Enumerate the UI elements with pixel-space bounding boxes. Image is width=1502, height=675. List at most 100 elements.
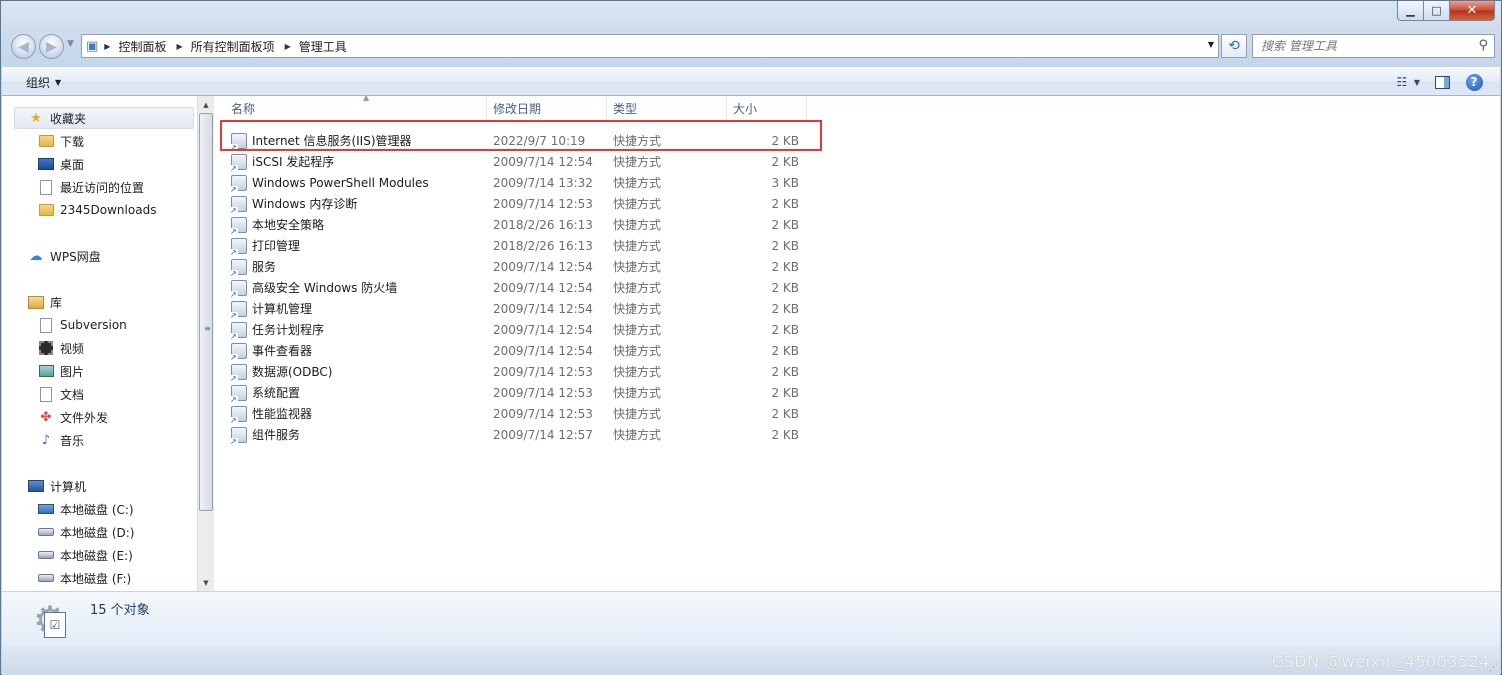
file-type: 快捷方式 (613, 344, 662, 358)
file-row[interactable]: 系统配置 2009/7/14 12:53 快捷方式 2 KB (214, 382, 914, 404)
computer-icon (28, 478, 44, 494)
file-name: 事件查看器 (252, 344, 313, 358)
file-type: 快捷方式 (613, 323, 662, 337)
search-input[interactable] (1261, 39, 1461, 53)
address-dropdown-icon[interactable]: ▼ (1208, 40, 1214, 49)
preview-pane-button[interactable] (1432, 72, 1452, 92)
nav-drive-d[interactable]: 本地磁盘 (D:) (38, 521, 134, 543)
nav-label: 本地磁盘 (E:) (60, 548, 133, 563)
nav-label: WPS网盘 (50, 249, 101, 264)
search-icon[interactable]: ⚲ (1478, 38, 1488, 53)
file-size: 2 KB (771, 364, 799, 379)
file-row[interactable]: 打印管理 2018/2/26 16:13 快捷方式 2 KB (214, 235, 914, 257)
shortcut-icon (230, 300, 247, 320)
shortcut-icon (230, 363, 247, 383)
nav-favorites[interactable]: ★ 收藏夹 (28, 107, 86, 129)
nav-wps-cloud[interactable]: ☁ WPS网盘 (28, 245, 101, 267)
nav-videos[interactable]: 视频 (38, 337, 84, 359)
nav-drive-e[interactable]: 本地磁盘 (E:) (38, 544, 133, 566)
details-pane: ⚙ ☑ 15 个对象 (2, 591, 1500, 646)
file-row[interactable]: 高级安全 Windows 防火墙 2009/7/14 12:54 快捷方式 2 KB (214, 277, 914, 299)
file-row[interactable]: 任务计划程序 2009/7/14 12:54 快捷方式 2 KB (214, 319, 914, 341)
nav-label: 收藏夹 (50, 111, 87, 126)
navigation-scrollbar[interactable]: ▲ ≡ ▼ (197, 96, 214, 591)
recent-pages-dropdown-icon[interactable]: ▼ (67, 39, 74, 49)
breadcrumb-separator-icon[interactable]: ▶ (285, 42, 291, 51)
nav-downloads[interactable]: 下载 (38, 130, 84, 152)
file-size: 2 KB (771, 154, 799, 169)
file-size: 3 KB (771, 175, 799, 190)
shortcut-icon (230, 153, 247, 173)
breadcrumb-control-panel[interactable]: 控制面板 (118, 38, 166, 55)
file-name-cell: Windows 内存诊断 (230, 193, 357, 215)
nav-documents[interactable]: 文档 (38, 383, 84, 405)
file-row[interactable]: 数据源(ODBC) 2009/7/14 12:53 快捷方式 2 KB (214, 361, 914, 383)
column-label: 修改日期 (493, 102, 542, 116)
nav-computer[interactable]: 计算机 (28, 475, 86, 497)
file-row[interactable]: 组件服务 2009/7/14 12:57 快捷方式 2 KB (214, 424, 914, 446)
column-header-name[interactable]: 名称 ▲ (225, 93, 487, 121)
view-options-button[interactable]: ☷ (1392, 72, 1412, 92)
column-header-type[interactable]: 类型 (607, 96, 727, 121)
file-name-cell: 组件服务 (230, 424, 300, 446)
file-row[interactable]: iSCSI 发起程序 2009/7/14 12:54 快捷方式 2 KB (214, 151, 914, 173)
nav-recent-places[interactable]: 最近访问的位置 (38, 176, 144, 198)
address-bar[interactable]: ▣ ▶ 控制面板 ▶ 所有控制面板项 ▶ 管理工具 ▼ (81, 34, 1219, 58)
file-row[interactable]: 计算机管理 2009/7/14 12:54 快捷方式 2 KB (214, 298, 914, 320)
help-button[interactable]: ? (1464, 72, 1484, 92)
organize-button[interactable]: 组织 ▼ (26, 74, 61, 91)
nav-drive-c[interactable]: 本地磁盘 (C:) (38, 498, 134, 520)
nav-subversion[interactable]: Subversion (38, 314, 127, 336)
document-icon (38, 386, 54, 402)
breadcrumb-separator-icon[interactable]: ▶ (176, 42, 182, 51)
file-row[interactable]: 性能监视器 2009/7/14 12:53 快捷方式 2 KB (214, 403, 914, 425)
file-row[interactable]: Windows PowerShell Modules 2009/7/14 13:3… (214, 172, 914, 194)
close-button[interactable]: ✕ (1450, 1, 1495, 21)
column-header-date[interactable]: 修改日期 (487, 96, 607, 121)
picture-icon (38, 363, 54, 379)
scrollbar-thumb[interactable]: ≡ (199, 113, 213, 511)
refresh-button[interactable]: ⟲ (1221, 34, 1247, 58)
file-row[interactable]: 本地安全策略 2018/2/26 16:13 快捷方式 2 KB (214, 214, 914, 236)
nav-2345downloads[interactable]: 2345Downloads (38, 199, 156, 221)
nav-pictures[interactable]: 图片 (38, 360, 84, 382)
drive-icon (38, 570, 54, 586)
nav-music[interactable]: ♪ 音乐 (38, 429, 84, 451)
file-type: 快捷方式 (613, 365, 662, 379)
drive-icon (38, 524, 54, 540)
organize-label: 组织 (26, 76, 51, 90)
nav-file-outgoing[interactable]: ✤ 文件外发 (38, 406, 108, 428)
file-name-cell: 数据源(ODBC) (230, 361, 332, 383)
back-button[interactable]: ◀ (11, 34, 36, 59)
scroll-up-arrow-icon[interactable]: ▲ (198, 96, 214, 113)
breadcrumb-admin-tools[interactable]: 管理工具 (299, 38, 347, 55)
chevron-down-icon: ▼ (55, 78, 62, 87)
view-dropdown-icon[interactable]: ▼ (1414, 78, 1420, 87)
breadcrumb-all-items[interactable]: 所有控制面板项 (191, 38, 275, 55)
drive-icon (38, 547, 54, 563)
forward-button[interactable]: ▶ (39, 34, 64, 59)
video-icon (38, 340, 54, 356)
breadcrumb-separator-icon[interactable]: ▶ (104, 42, 110, 51)
search-box[interactable]: ⚲ (1252, 34, 1495, 58)
shortcut-icon (230, 405, 247, 425)
scroll-down-arrow-icon[interactable]: ▼ (198, 574, 214, 591)
cloud-icon: ☁ (29, 248, 43, 264)
column-header-size[interactable]: 大小 (727, 96, 807, 121)
nav-libraries[interactable]: 库 (28, 291, 62, 313)
maximize-button[interactable]: □ (1424, 1, 1450, 21)
resize-grip-icon[interactable]: ⋰ (1489, 663, 1498, 673)
nav-label: 文件外发 (60, 410, 109, 425)
file-name-cell: 计算机管理 (230, 298, 312, 320)
pinwheel-icon: ✤ (40, 409, 52, 425)
minimize-button[interactable]: ▁ (1397, 1, 1424, 21)
nav-desktop[interactable]: 桌面 (38, 153, 84, 175)
file-row[interactable]: 事件查看器 2009/7/14 12:54 快捷方式 2 KB (214, 340, 914, 362)
file-row[interactable]: Windows 内存诊断 2009/7/14 12:53 快捷方式 2 KB (214, 193, 914, 215)
file-name: 系统配置 (252, 386, 301, 400)
file-type: 快捷方式 (613, 386, 662, 400)
file-row[interactable]: 服务 2009/7/14 12:54 快捷方式 2 KB (214, 256, 914, 278)
system-drive-icon (38, 501, 54, 517)
refresh-icon: ⟲ (1228, 38, 1240, 54)
nav-drive-f[interactable]: 本地磁盘 (F:) (38, 567, 131, 589)
